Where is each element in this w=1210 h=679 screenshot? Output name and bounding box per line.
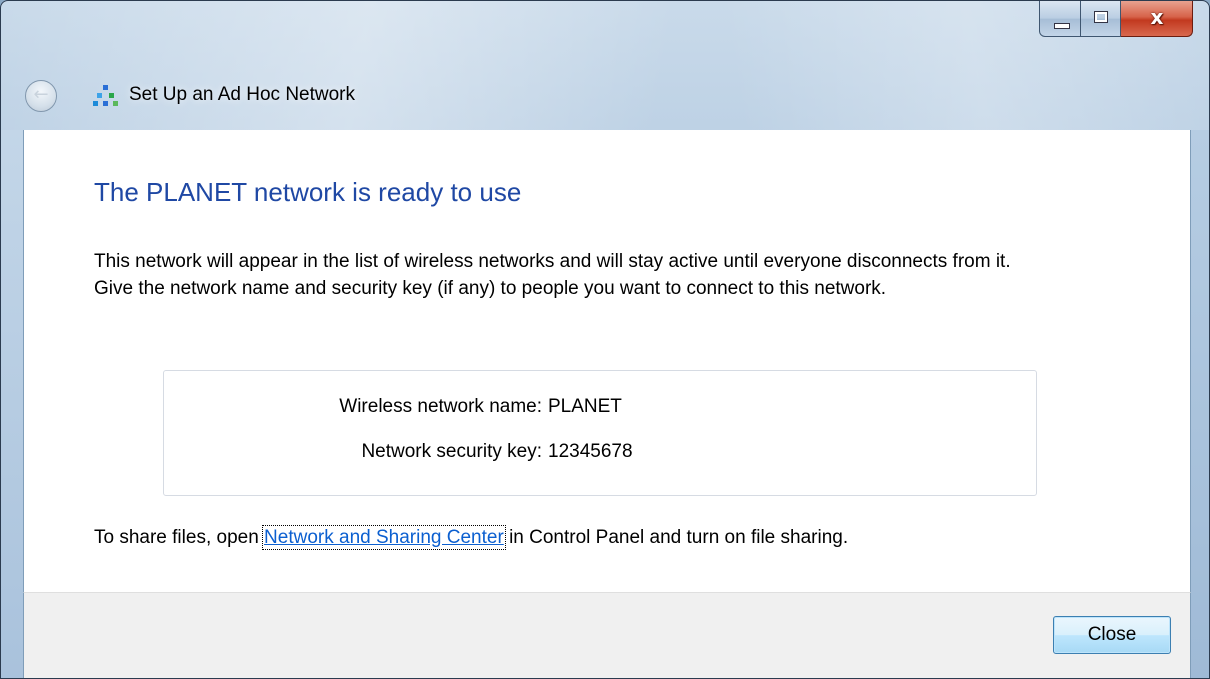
network-name-label: Wireless network name: [339, 396, 542, 417]
dialog-window: x ← Set Up an Ad Hoc Network The PLANET … [0, 0, 1210, 679]
network-info-box: Wireless network name: PLANET Network se… [163, 370, 1037, 496]
page-heading: The PLANET network is ready to use [94, 177, 522, 207]
close-icon: x [1150, 5, 1164, 29]
title-nav-bar: ← Set Up an Ad Hoc Network [1, 67, 1209, 129]
frame-right-edge [1189, 130, 1209, 678]
content-area: The PLANET network is ready to use This … [23, 130, 1191, 592]
back-button[interactable]: ← [25, 80, 57, 112]
minimize-icon [1054, 23, 1070, 29]
close-button[interactable]: Close [1053, 616, 1171, 654]
network-name-row: Wireless network name: PLANET [164, 396, 1038, 426]
network-sharing-center-link[interactable]: Network and Sharing Center [262, 525, 506, 550]
dialog-footer: Close [23, 592, 1191, 678]
share-suffix: in Control Panel and turn on file sharin… [503, 527, 849, 548]
frame-left-edge [1, 130, 23, 678]
description-text: This network will appear in the list of … [94, 251, 1011, 299]
caption-buttons: x [1039, 1, 1193, 39]
security-key-label: Network security key: [361, 441, 542, 462]
maximize-button[interactable] [1081, 1, 1121, 37]
network-name-value: PLANET [548, 396, 622, 417]
minimize-button[interactable] [1039, 1, 1081, 37]
window-close-button[interactable]: x [1121, 1, 1193, 37]
share-prefix: To share files, open [94, 527, 265, 548]
security-key-value: 12345678 [548, 441, 633, 462]
security-key-row: Network security key: 12345678 [164, 441, 1038, 471]
maximize-icon [1094, 11, 1108, 23]
window-title: Set Up an Ad Hoc Network [129, 84, 355, 105]
adhoc-network-icon [93, 85, 119, 109]
back-arrow-icon: ← [33, 84, 49, 105]
share-instructions: To share files, open Network and Sharing… [94, 525, 849, 550]
